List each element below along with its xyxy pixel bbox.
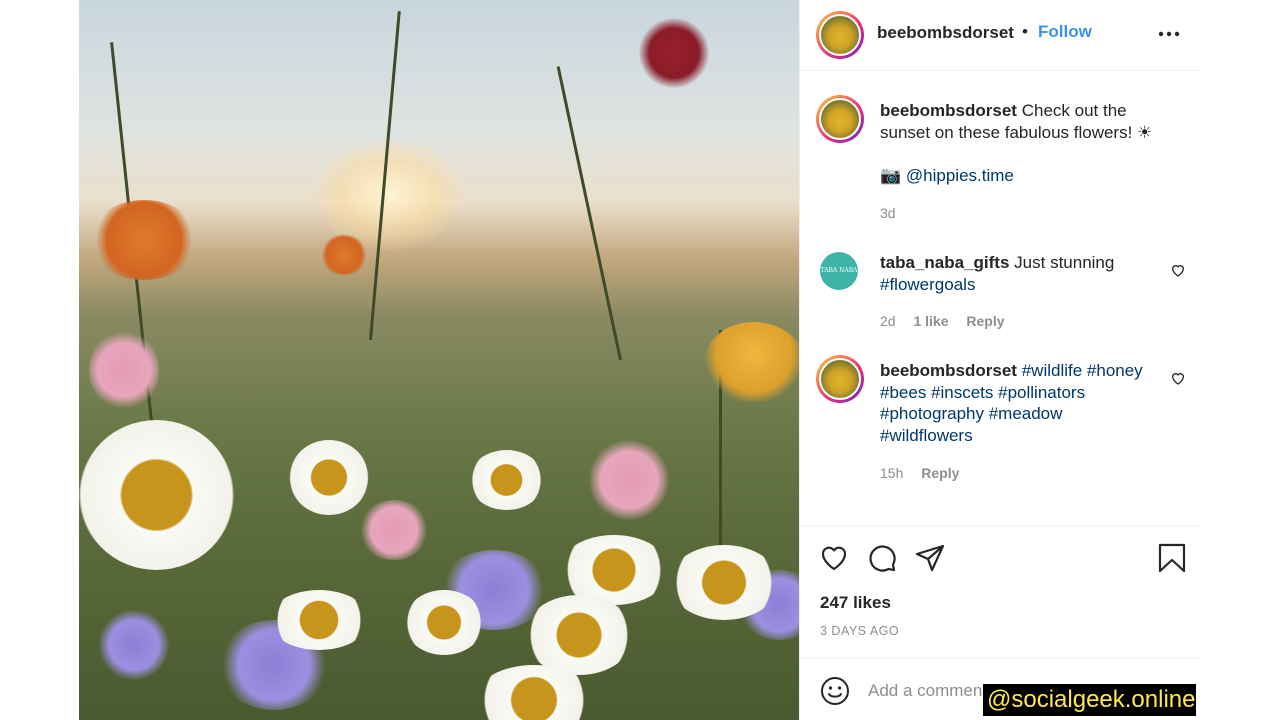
pink-flower <box>589 440 669 520</box>
daisy-flower <box>289 440 369 515</box>
comment-username[interactable]: taba_naba_gifts <box>880 253 1009 272</box>
comment-time[interactable]: 2d <box>880 313 896 329</box>
post-date[interactable]: 3 DAYS AGO <box>820 624 899 638</box>
pink-flower <box>359 500 429 560</box>
daisy-flower <box>469 450 544 510</box>
stem <box>556 66 622 361</box>
comment: taba_naba_gifts Just stunning #flowergoa… <box>880 252 1160 295</box>
post-photo[interactable] <box>79 0 799 720</box>
orange-flower <box>89 200 199 280</box>
reply-button[interactable]: Reply <box>966 313 1004 329</box>
daisy-flower <box>79 420 234 570</box>
pink-flower <box>89 330 159 410</box>
caption-time[interactable]: 3d <box>880 205 896 221</box>
share-icon[interactable] <box>914 542 946 574</box>
comment-likes[interactable]: 1 like <box>913 313 948 329</box>
more-icon[interactable] <box>1156 24 1182 44</box>
caption-meta: 3d <box>880 205 910 221</box>
daisy-flower <box>404 590 484 655</box>
red-flower <box>639 18 709 88</box>
caption-avatar[interactable] <box>816 95 864 143</box>
commenter-avatar[interactable]: TABA NABA <box>820 252 858 290</box>
comment-text: Just stunning <box>1014 253 1115 272</box>
post-actions: 247 likes 3 DAYS AGO <box>800 525 1201 659</box>
separator-dot: • <box>1022 22 1028 41</box>
heart-icon[interactable] <box>818 542 850 574</box>
daisy-flower <box>269 590 369 650</box>
orange-flower <box>319 235 369 275</box>
credit-mention-link[interactable]: @hippies.time <box>906 166 1014 185</box>
emoji-icon[interactable] <box>820 676 850 706</box>
follow-button[interactable]: Follow <box>1038 22 1092 42</box>
bookmark-icon[interactable] <box>1156 542 1188 574</box>
comment-time[interactable]: 15h <box>880 465 903 481</box>
comment-username[interactable]: beebombsdorset <box>880 361 1017 380</box>
caption-username[interactable]: beebombsdorset <box>880 101 1017 120</box>
caption: beebombsdorset Check out the sunset on t… <box>880 100 1170 143</box>
comment: beebombsdorset #wildlife #honey #bees #i… <box>880 360 1165 446</box>
sunset-glow <box>314 140 464 250</box>
caption-credit: 📷 @hippies.time <box>880 165 1014 187</box>
comment-meta: 15h Reply <box>880 465 973 481</box>
author-avatar[interactable] <box>816 11 864 59</box>
yellow-flower <box>704 322 799 402</box>
comment-meta: 2d 1 like Reply <box>880 313 1019 329</box>
post-panel: beebombsdorset • Follow beebombsdorset C… <box>799 0 1201 720</box>
reply-button[interactable]: Reply <box>921 465 959 481</box>
hashtag-link[interactable]: #flowergoals <box>880 275 975 294</box>
daisy-flower <box>669 545 779 620</box>
camera-icon: 📷 <box>880 166 902 185</box>
hashtag-link[interactable]: #wildflowers <box>880 426 973 445</box>
comment-like-heart-icon[interactable] <box>1170 370 1186 386</box>
comment-icon[interactable] <box>866 542 898 574</box>
hashtag-link[interactable]: #photography #meadow <box>880 404 1062 423</box>
daisy-flower <box>524 595 634 675</box>
watermark: @socialgeek.online <box>983 684 1196 716</box>
purple-flower <box>99 610 169 680</box>
comment-like-heart-icon[interactable] <box>1170 262 1186 278</box>
hashtag-link[interactable]: #wildlife #honey <box>1022 361 1143 380</box>
commenter-avatar[interactable] <box>816 355 864 403</box>
author-username[interactable]: beebombsdorset <box>877 23 1014 43</box>
post-header: beebombsdorset • Follow <box>800 0 1201 71</box>
likes-count[interactable]: 247 likes <box>820 593 891 613</box>
hashtag-link[interactable]: #bees #inscets #pollinators <box>880 383 1085 402</box>
